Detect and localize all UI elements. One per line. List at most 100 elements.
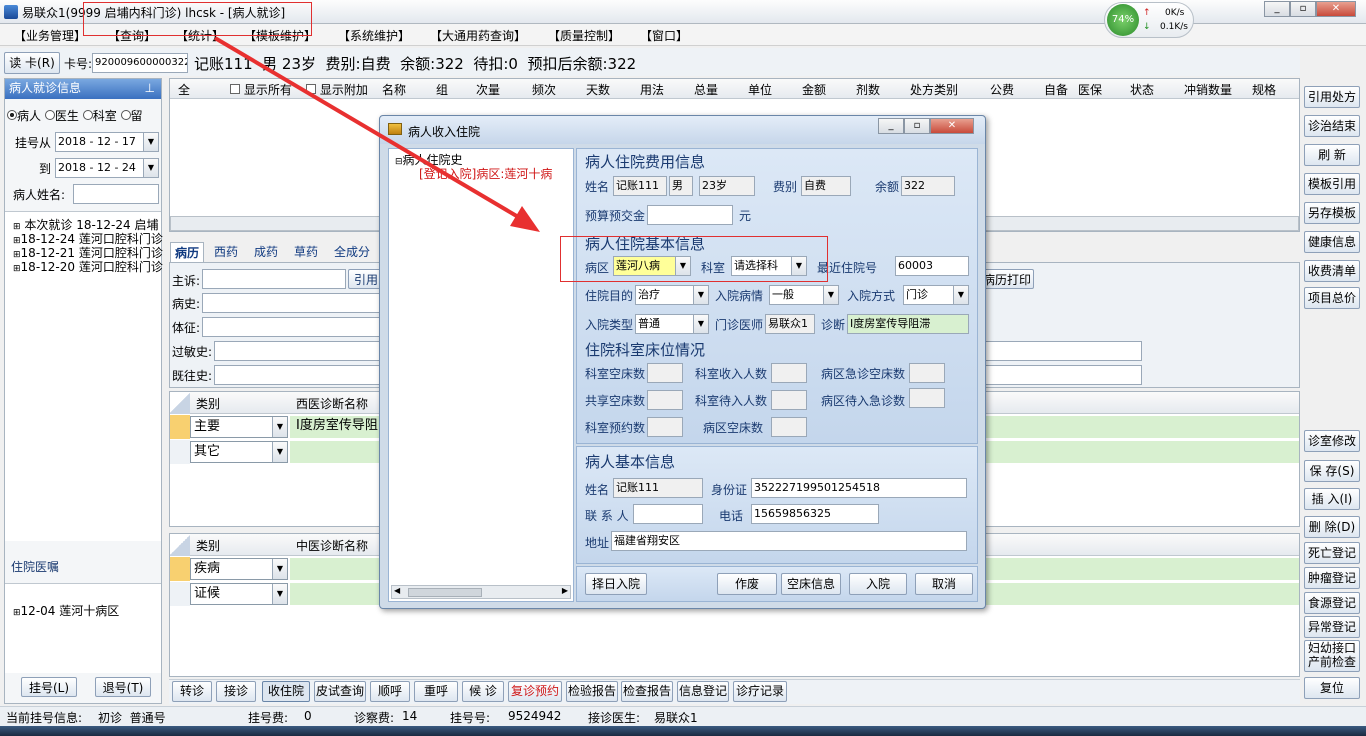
register-button[interactable]: 挂号(L) <box>21 677 77 697</box>
col-insurance[interactable]: 医保 <box>1078 81 1102 98</box>
cancel-button[interactable]: 取消 <box>915 573 973 595</box>
dialog-maximize-button[interactable]: ▫ <box>904 118 930 134</box>
exam-report-button[interactable]: 检查报告 <box>621 681 673 702</box>
dialog-minimize-button[interactable]: _ <box>878 118 904 134</box>
chief-complaint-input[interactable] <box>202 269 346 289</box>
phone-field[interactable]: 15659856325 <box>751 504 879 524</box>
abnormal-register-button[interactable]: 异常登记 <box>1304 616 1360 638</box>
item-total-button[interactable]: 项目总价 <box>1304 287 1360 309</box>
col-self[interactable]: 自备 <box>1044 81 1068 98</box>
save-template-button[interactable]: 另存模板 <box>1304 202 1360 224</box>
col-public[interactable]: 公费 <box>990 81 1014 98</box>
scroll-thumb[interactable] <box>408 588 482 597</box>
admit-confirm-button[interactable]: 入院 <box>849 573 907 595</box>
refresh-button[interactable]: 刷 新 <box>1304 144 1360 166</box>
tab-all-ingredients[interactable]: 全成分 <box>330 242 374 262</box>
purpose-select[interactable]: 治疗 ▼ <box>635 285 709 305</box>
chevron-down-icon[interactable]: ▼ <box>272 559 287 579</box>
food-register-button[interactable]: 食源登记 <box>1304 592 1360 614</box>
address-field[interactable]: 福建省翔安区 <box>611 531 967 551</box>
menu-window[interactable]: 【窗口】 <box>640 27 688 44</box>
quote-prescription-button[interactable]: 引用处方 <box>1304 86 1360 108</box>
col-group[interactable]: 组 <box>436 81 448 98</box>
finish-treatment-button[interactable]: 诊治结束 <box>1304 115 1360 137</box>
referral-button[interactable]: 转诊 <box>172 681 212 702</box>
maximize-button[interactable]: ▫ <box>1290 1 1316 17</box>
scroll-left-icon[interactable]: ◀ <box>394 586 400 595</box>
lab-report-button[interactable]: 检验报告 <box>566 681 618 702</box>
reset-button[interactable]: 复位 <box>1304 677 1360 699</box>
col-dose[interactable]: 次量 <box>476 81 500 98</box>
expand-icon[interactable]: ⊞ <box>13 608 21 618</box>
tcm-type-select[interactable]: 疾病 ▼ <box>190 558 288 580</box>
col-spec[interactable]: 规格 <box>1252 81 1276 98</box>
card-number-input[interactable]: 920009600000322 <box>92 53 188 73</box>
radio-doctor-icon[interactable] <box>44 110 55 120</box>
select-date-admit-button[interactable]: 择日入院 <box>585 573 647 595</box>
tcm-type-select[interactable]: 证候 ▼ <box>190 583 288 605</box>
unregister-button[interactable]: 退号(T) <box>95 677 151 697</box>
chevron-down-icon[interactable]: ▼ <box>272 584 287 604</box>
info-register-button[interactable]: 信息登记 <box>677 681 729 702</box>
chevron-down-icon[interactable]: ▼ <box>953 286 968 304</box>
radio-stay-icon[interactable] <box>120 110 131 120</box>
recent-admission-field[interactable]: 60003 <box>895 256 969 276</box>
tab-western-medicine[interactable]: 西药 <box>210 242 242 262</box>
pin-icon[interactable]: ⊥ <box>145 79 155 97</box>
chevron-down-icon[interactable]: ▼ <box>272 442 287 462</box>
diagnosis-type-select[interactable]: 主要 ▼ <box>190 416 288 438</box>
admit-button[interactable]: 收住院 <box>262 681 310 702</box>
date-to-picker[interactable]: 2018 - 12 - 24 ▼ <box>55 158 159 178</box>
date-from-picker[interactable]: 2018 - 12 - 17 ▼ <box>55 132 159 152</box>
col-total[interactable]: 总量 <box>694 81 718 98</box>
radio-patient-icon[interactable] <box>7 110 17 120</box>
col-rx-type[interactable]: 处方类别 <box>910 81 958 98</box>
col-doses[interactable]: 剂数 <box>856 81 880 98</box>
show-all-checkbox[interactable]: 显示所有 <box>230 81 292 98</box>
chevron-down-icon[interactable]: ▼ <box>693 286 708 304</box>
void-button[interactable]: 作废 <box>717 573 777 595</box>
admission-type-select[interactable]: 普通 ▼ <box>635 314 709 334</box>
template-quote-button[interactable]: 模板引用 <box>1304 173 1360 195</box>
chevron-down-icon[interactable]: ▼ <box>272 417 287 437</box>
admission-mode-select[interactable]: 门诊 ▼ <box>903 285 969 305</box>
checkbox-icon[interactable] <box>230 84 240 94</box>
expand-icon[interactable]: ⊞ <box>13 264 21 274</box>
signs-input[interactable] <box>202 317 382 337</box>
col-amount[interactable]: 金额 <box>802 81 826 98</box>
menu-business[interactable]: 【业务管理】 <box>14 27 86 44</box>
accept-button[interactable]: 接诊 <box>216 681 256 702</box>
col-status[interactable]: 状态 <box>1130 81 1154 98</box>
tab-herbal[interactable]: 草药 <box>290 242 322 262</box>
col-days[interactable]: 天数 <box>586 81 610 98</box>
col-usage[interactable]: 用法 <box>640 81 664 98</box>
contact-input[interactable] <box>633 504 703 524</box>
treatment-record-button[interactable]: 诊疗记录 <box>733 681 787 702</box>
col-reversal[interactable]: 冲销数量 <box>1184 81 1232 98</box>
checkbox-icon[interactable] <box>306 84 316 94</box>
room-edit-button[interactable]: 诊室修改 <box>1304 430 1360 452</box>
menu-quality[interactable]: 【质量控制】 <box>548 27 620 44</box>
call-next-button[interactable]: 顺呼 <box>370 681 410 702</box>
tumor-register-button[interactable]: 肿瘤登记 <box>1304 567 1360 589</box>
tree-child[interactable]: [登记入院]病区:莲河十病 <box>419 165 569 182</box>
chevron-down-icon[interactable]: ▼ <box>693 315 708 333</box>
patient-name-input[interactable] <box>73 184 159 204</box>
col-name[interactable]: 名称 <box>382 81 406 98</box>
delete-button[interactable]: 删 除(D) <box>1304 516 1360 538</box>
dialog-tree-scrollbar[interactable]: ◀ ▶ <box>391 585 571 599</box>
death-register-button[interactable]: 死亡登记 <box>1304 542 1360 564</box>
col-unit[interactable]: 单位 <box>748 81 772 98</box>
radio-dept-icon[interactable] <box>82 110 93 120</box>
col-all[interactable]: 全 <box>178 81 190 98</box>
close-button[interactable]: ✕ <box>1316 1 1356 17</box>
show-extra-checkbox[interactable]: 显示附加 <box>306 81 368 98</box>
diagnosis-type-select[interactable]: 其它 ▼ <box>190 441 288 463</box>
collapse-icon[interactable]: ⊟ <box>395 157 403 167</box>
maternal-interface-button[interactable]: 妇幼接口 产前检查 <box>1304 640 1360 672</box>
print-record-button[interactable]: 病历打印 <box>980 269 1034 289</box>
scroll-right-icon[interactable]: ▶ <box>562 586 568 595</box>
history-input[interactable] <box>202 293 382 313</box>
inpatient-tree-item[interactable]: ⊞12-04 莲河十病区 <box>13 602 119 619</box>
health-info-button[interactable]: 健康信息 <box>1304 231 1360 253</box>
